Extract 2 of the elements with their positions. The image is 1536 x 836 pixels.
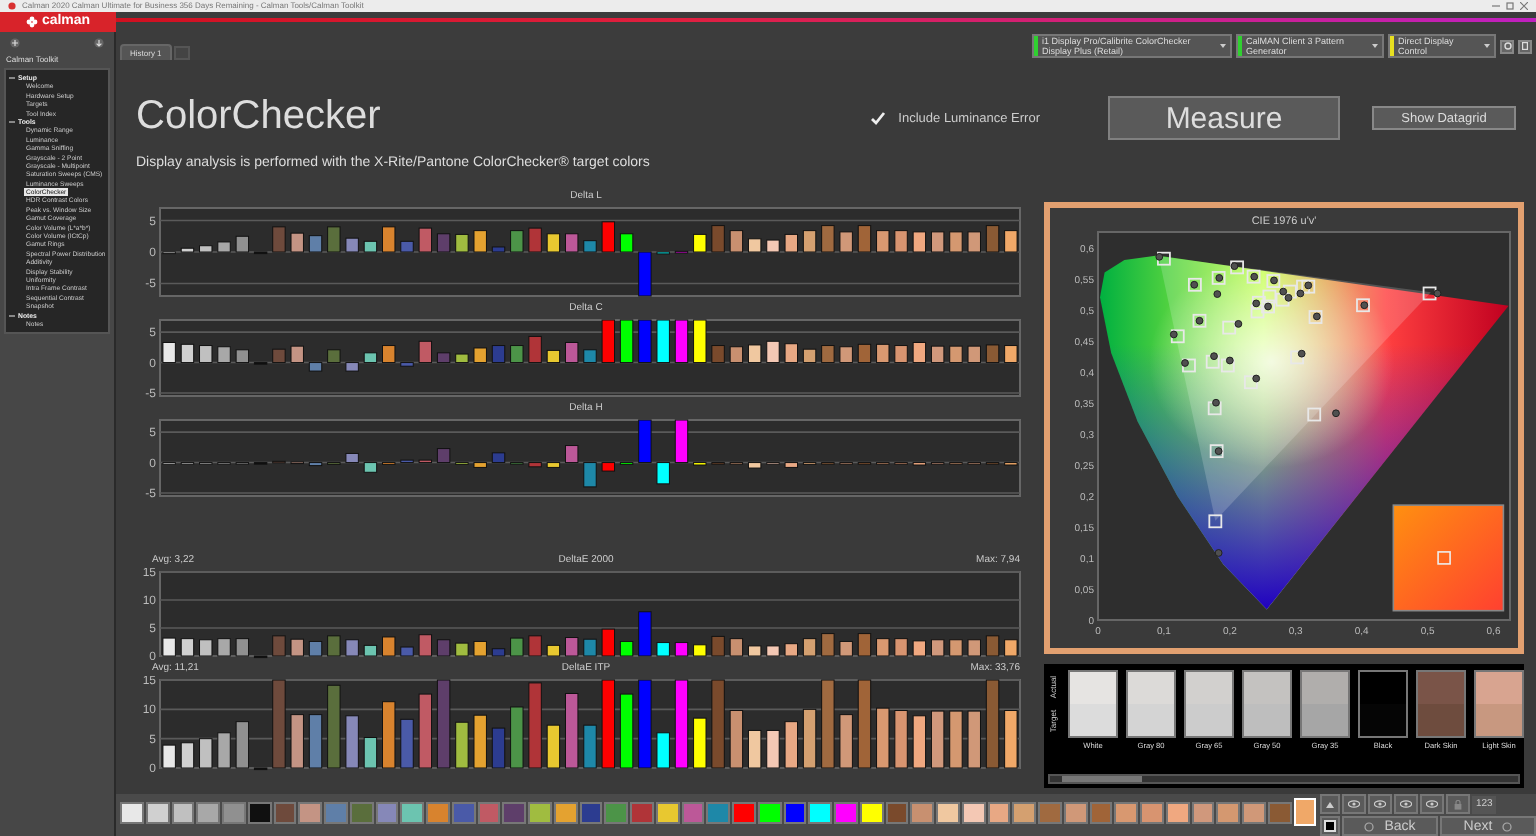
page-title: ColorChecker <box>136 94 383 138</box>
measure-button[interactable]: Measure <box>1108 96 1340 140</box>
